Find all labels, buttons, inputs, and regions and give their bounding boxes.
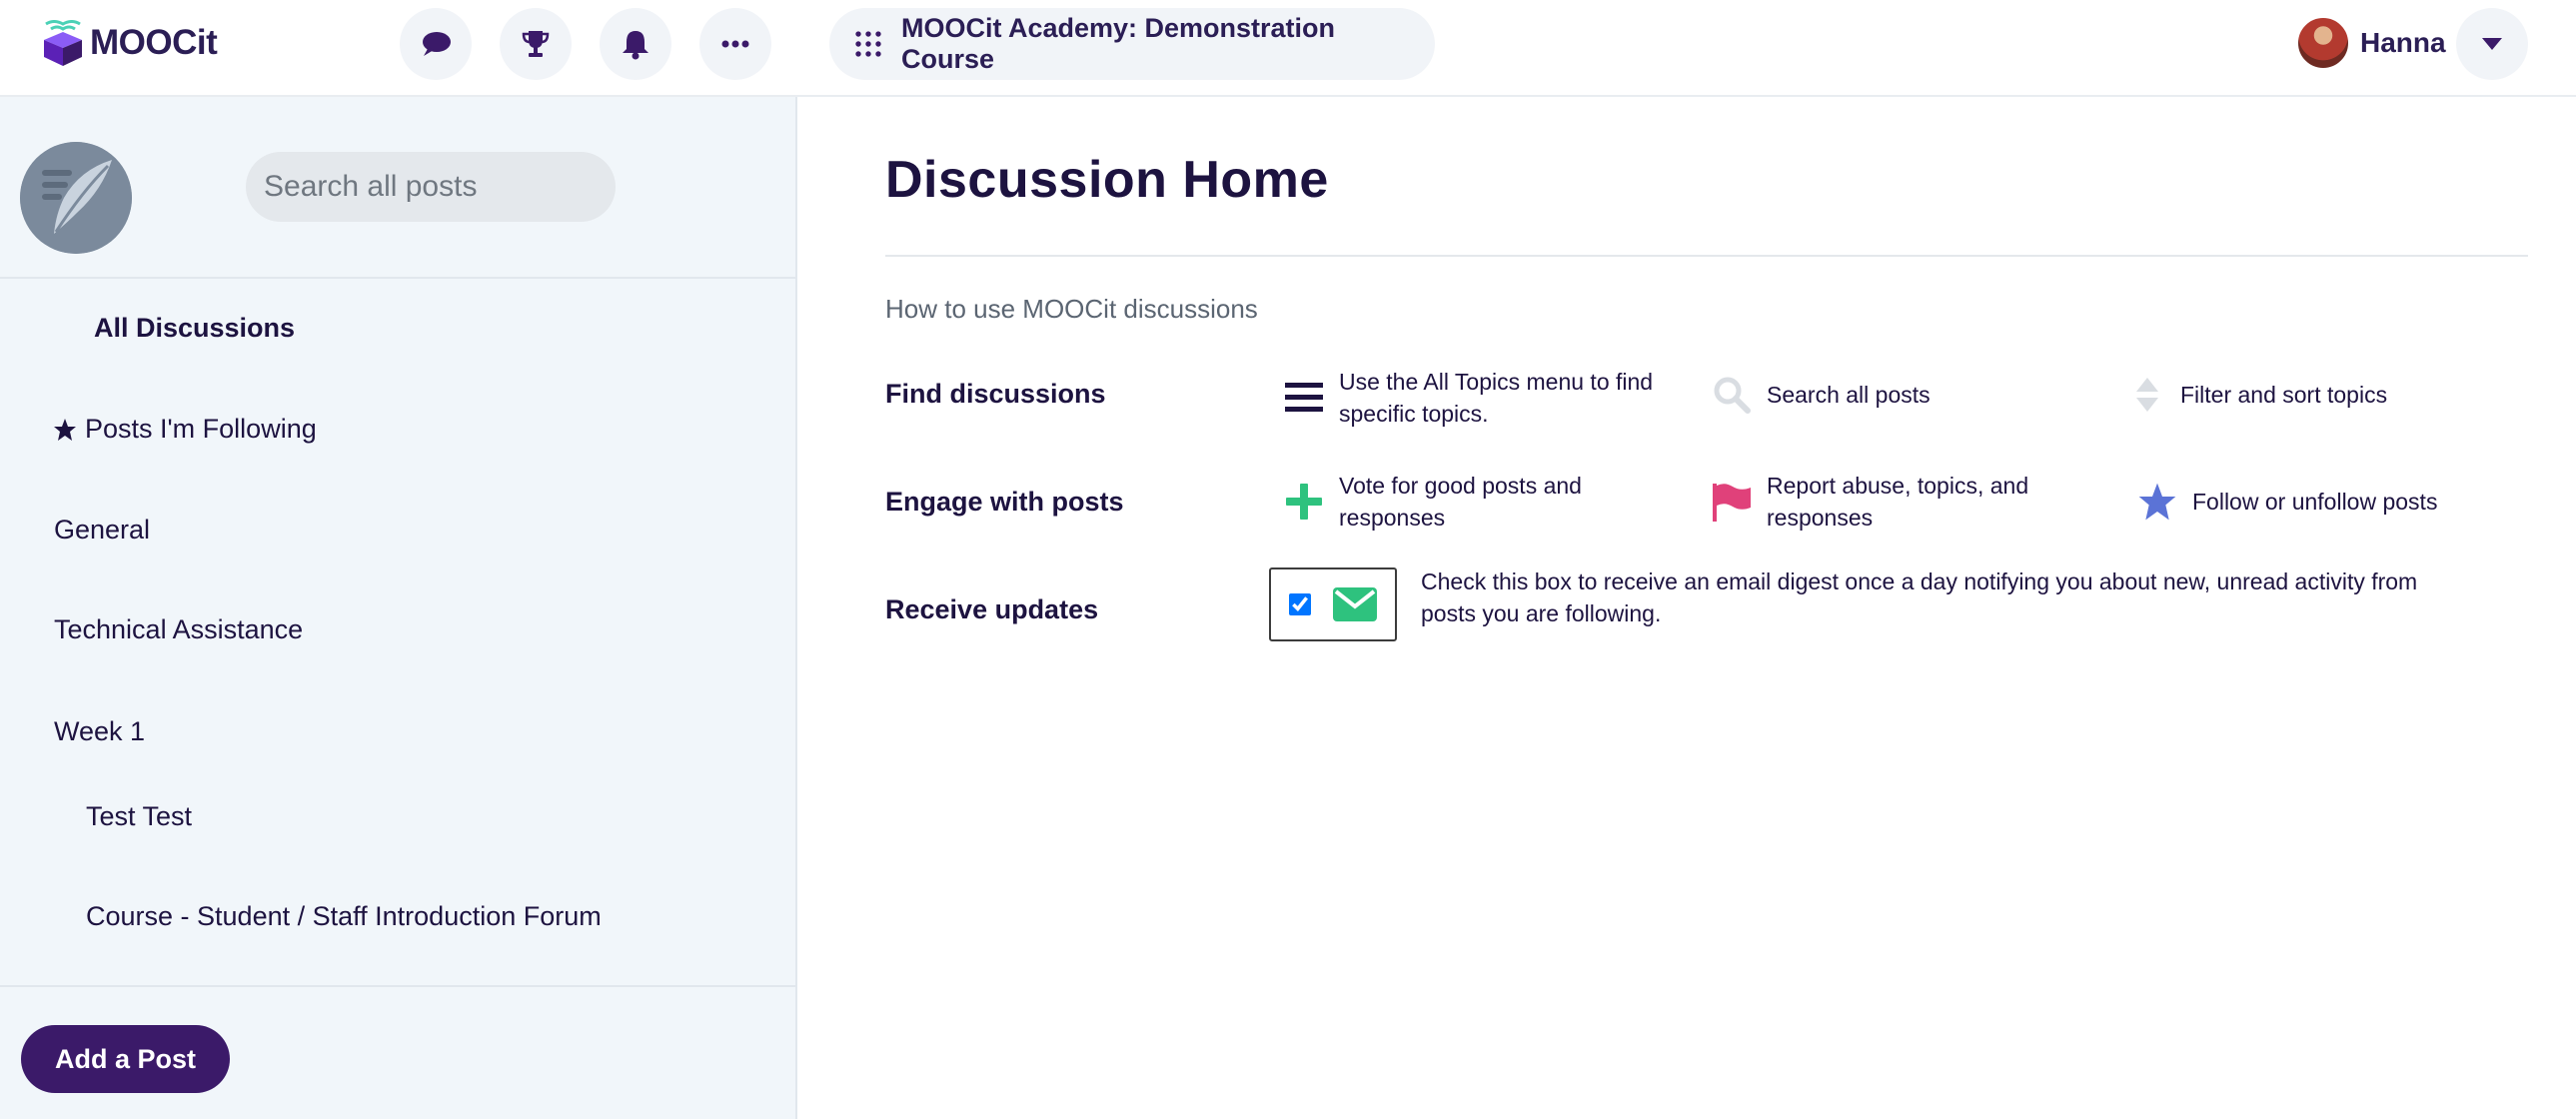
discussion-sidebar: All Discussions Posts I'm Following Gene… — [0, 97, 797, 1119]
more-options-button[interactable] — [699, 8, 771, 80]
course-switcher[interactable]: MOOCit Academy: Demonstration Course — [829, 8, 1435, 80]
sidebar-item-week-1[interactable]: Week 1 — [54, 716, 145, 747]
logo-cube-icon — [44, 20, 82, 66]
page-subtitle: How to use MOOCit discussions — [885, 294, 1258, 324]
user-menu[interactable]: Hanna — [2296, 14, 2446, 72]
feature-filter-sort: Filter and sort topics — [2128, 374, 2387, 416]
top-navigation-bar: MOOCit MOOCit Academy: Demonstration Cou… — [0, 0, 2576, 97]
course-title: MOOCit Academy: Demonstration Course — [900, 13, 1336, 74]
more-icon — [721, 40, 749, 48]
row-label-updates: Receive updates — [885, 594, 1099, 624]
add-post-button[interactable]: Add a Post — [21, 1025, 230, 1093]
sidebar-item-general[interactable]: General — [54, 515, 150, 546]
trophy-icon — [522, 31, 550, 57]
feature-report: Report abuse, topics, and responses — [1711, 470, 2100, 534]
email-digest-control[interactable] — [1269, 567, 1397, 641]
feature-text: Search all posts — [1767, 382, 1931, 408]
chevron-down-icon — [2482, 38, 2502, 50]
envelope-icon — [1333, 587, 1377, 621]
title-divider — [885, 255, 2528, 257]
plus-icon — [1286, 484, 1322, 520]
row-label-engage: Engage with posts — [885, 487, 1124, 517]
user-dropdown-button[interactable] — [2456, 8, 2528, 80]
sidebar-item-test-test[interactable]: Test Test — [86, 801, 192, 832]
feature-text: Follow or unfollow posts — [2192, 489, 2438, 515]
search-input[interactable] — [264, 170, 594, 204]
progress-button[interactable] — [500, 8, 572, 80]
flag-icon — [1713, 484, 1751, 522]
sidebar-item-all-discussions[interactable]: All Discussions — [94, 313, 295, 344]
sidebar-header — [0, 97, 795, 279]
page-title: Discussion Home — [885, 151, 1329, 209]
quill-icon — [20, 142, 132, 254]
sidebar-item-technical-assistance[interactable]: Technical Assistance — [54, 614, 303, 645]
bell-icon — [623, 31, 648, 60]
menu-icon — [1285, 383, 1323, 412]
sidebar-divider — [0, 985, 795, 987]
sidebar-item-posts-following[interactable]: Posts I'm Following — [53, 414, 317, 445]
search-box[interactable] — [246, 152, 616, 222]
feature-text: Use the All Topics menu to find specific… — [1339, 369, 1654, 427]
feature-text: Report abuse, topics, and responses — [1767, 473, 2029, 531]
feature-vote: Vote for good posts and responses — [1283, 470, 1603, 534]
avatar — [2296, 16, 2350, 70]
email-digest-description: Check this box to receive an email diges… — [1421, 568, 2418, 626]
feature-search: Search all posts — [1711, 374, 1931, 416]
star-icon — [54, 418, 76, 441]
chat-bubble-icon — [423, 32, 451, 56]
logo-text: MOOCit — [90, 23, 218, 62]
feature-text: Filter and sort topics — [2180, 382, 2388, 408]
email-digest-checkbox[interactable] — [1289, 593, 1311, 615]
feature-all-topics: Use the All Topics menu to find specific… — [1283, 366, 1683, 430]
sort-icon — [2136, 378, 2158, 412]
forum-logo — [20, 142, 132, 254]
feature-text: Vote for good posts and responses — [1339, 473, 1582, 531]
sidebar-item-label: Posts I'm Following — [85, 414, 317, 444]
row-label-find: Find discussions — [885, 379, 1106, 409]
notifications-button[interactable] — [600, 8, 671, 80]
star-icon — [2138, 483, 2176, 521]
chat-button[interactable] — [400, 8, 472, 80]
moocit-logo[interactable]: MOOCit — [40, 20, 218, 66]
user-name: Hanna — [2360, 27, 2446, 58]
sidebar-item-introduction-forum[interactable]: Course - Student / Staff Introduction Fo… — [86, 901, 602, 932]
search-icon — [1714, 377, 1751, 414]
feature-follow: Follow or unfollow posts — [2136, 481, 2437, 523]
grid-icon — [855, 31, 881, 57]
